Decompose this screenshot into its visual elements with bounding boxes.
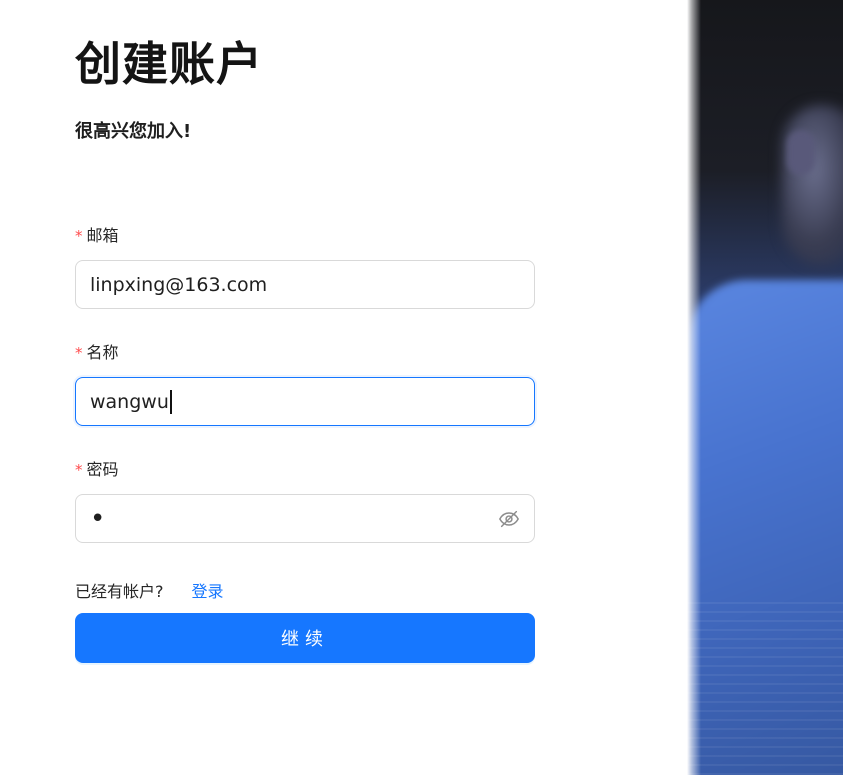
name-label-text: 名称 xyxy=(86,343,119,362)
signup-form: 创建账户 很高兴您加入! * 邮箱 linpxing@163.com * 名称 wa… xyxy=(75,0,535,775)
login-prompt: 已经有帐户? xyxy=(75,582,164,601)
name-label: * 名称 xyxy=(75,342,119,364)
required-mark: * xyxy=(75,344,83,362)
required-mark: * xyxy=(75,227,83,245)
password-label-text: 密码 xyxy=(86,460,119,479)
photo-fade-edge xyxy=(687,0,701,775)
password-label: * 密码 xyxy=(75,459,119,481)
page-title: 创建账户 xyxy=(75,37,263,91)
name-field[interactable]: wangwu xyxy=(75,377,535,426)
login-prompt-row: 已经有帐户? 登录 xyxy=(75,581,224,603)
signup-page: 创建账户 很高兴您加入! * 邮箱 linpxing@163.com * 名称 wa… xyxy=(0,0,843,775)
required-mark: * xyxy=(75,461,83,479)
photo-face-shape xyxy=(782,105,843,265)
name-value: wangwu xyxy=(90,390,169,413)
eye-off-icon[interactable] xyxy=(498,508,520,530)
photo-ear-shape xyxy=(787,130,815,175)
password-value: • xyxy=(90,503,108,534)
photo-texture xyxy=(687,600,843,775)
text-caret xyxy=(169,389,172,414)
login-link[interactable]: 登录 xyxy=(192,581,224,603)
page-subtitle: 很高兴您加入! xyxy=(75,121,192,142)
email-value: linpxing@163.com xyxy=(90,273,268,296)
email-label: * 邮箱 xyxy=(75,225,119,247)
email-field[interactable]: linpxing@163.com xyxy=(75,260,535,309)
email-label-text: 邮箱 xyxy=(86,226,119,245)
password-field[interactable]: • xyxy=(75,494,535,543)
hero-photo xyxy=(687,0,843,775)
continue-button[interactable]: 继续 xyxy=(75,613,535,663)
